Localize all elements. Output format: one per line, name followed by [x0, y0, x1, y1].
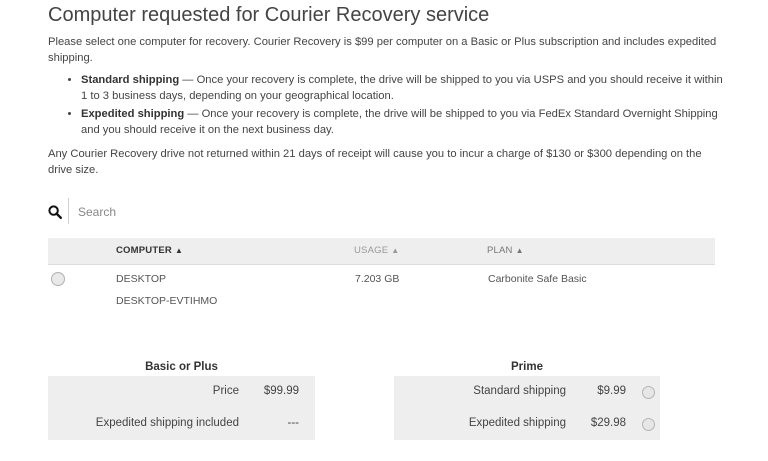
sort-icon: ▲︎	[174, 246, 184, 255]
search-input[interactable]	[78, 202, 278, 222]
prime-standard-label: Standard shipping	[473, 385, 566, 397]
computer-usage: 7.203 GB	[355, 273, 400, 285]
expedited-shipping-item: Expedited shipping — Once your recovery …	[81, 106, 731, 138]
intro-text: Please select one computer for recovery.…	[48, 36, 717, 64]
column-plan-label: PLAN	[487, 245, 513, 256]
basic-price-value: $99.99	[263, 385, 299, 397]
computer-select-radio[interactable]	[51, 272, 65, 286]
computer-id: DESKTOP-EVTIHMO	[116, 295, 218, 307]
column-header-usage[interactable]: USAGE ▲︎	[354, 245, 399, 256]
column-usage-label: USAGE	[354, 245, 389, 256]
prime-standard-shipping-radio[interactable]	[642, 386, 655, 399]
expedited-shipping-term: Expedited shipping	[81, 108, 185, 120]
page-title: Computer requested for Courier Recovery …	[48, 4, 490, 26]
table-header: COMPUTER ▲︎ USAGE ▲︎ PLAN ▲︎	[48, 238, 715, 265]
prime-expedited-value: $29.98	[590, 417, 626, 429]
prime-price-box: Standard shipping $9.99 Expedited shippi…	[394, 376, 660, 440]
column-header-plan[interactable]: PLAN ▲︎	[487, 245, 524, 256]
computer-name: DESKTOP	[116, 273, 166, 285]
basic-price-label: Price	[212, 385, 239, 397]
search-divider	[68, 198, 69, 224]
column-computer-label: COMPUTER	[116, 245, 172, 256]
prime-standard-value: $9.99	[597, 385, 626, 397]
basic-expedited-value: ---	[287, 417, 300, 429]
shipping-options-list: Standard shipping — Once your recovery i…	[66, 72, 731, 140]
sort-icon: ▲︎	[515, 246, 524, 255]
return-notice: Any Courier Recovery drive not returned …	[48, 148, 702, 176]
basic-plus-price-box: Price $99.99 Expedited shipping included…	[48, 376, 315, 440]
search-icon[interactable]	[48, 205, 62, 219]
standard-shipping-item: Standard shipping — Once your recovery i…	[81, 72, 731, 104]
computer-plan: Carbonite Safe Basic	[488, 273, 587, 285]
column-header-computer[interactable]: COMPUTER ▲︎	[116, 245, 183, 256]
sort-icon: ▲︎	[391, 246, 400, 255]
prime-expedited-label: Expedited shipping	[468, 417, 566, 429]
standard-shipping-term: Standard shipping	[81, 74, 180, 86]
prime-expedited-shipping-radio[interactable]	[642, 418, 655, 431]
prime-title: Prime	[511, 361, 543, 373]
basic-expedited-label: Expedited shipping included	[95, 417, 239, 429]
basic-plus-title: Basic or Plus	[145, 361, 218, 373]
